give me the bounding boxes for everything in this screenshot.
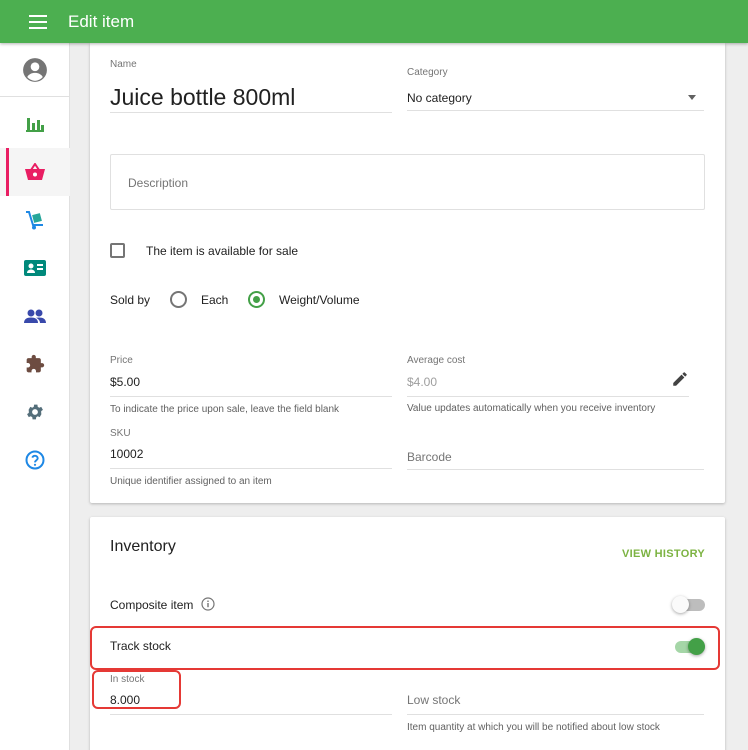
name-label: Name (110, 59, 137, 70)
id-card-icon (24, 260, 46, 276)
track-stock-switch-thumb (688, 638, 705, 655)
inventory-title: Inventory (110, 538, 176, 555)
in-stock-underline (110, 714, 392, 715)
price-input[interactable]: $5.00 (110, 375, 140, 389)
sidebar-divider (0, 96, 70, 97)
sidebar-item-integrations[interactable] (0, 340, 70, 388)
bar-chart-icon (26, 118, 44, 132)
category-select[interactable]: No category (407, 91, 472, 105)
app-bar: Edit item (0, 0, 748, 43)
low-stock-underline (407, 714, 704, 715)
info-icon[interactable] (201, 597, 215, 611)
sidebar-item-help[interactable] (0, 436, 70, 484)
low-stock-input[interactable]: Low stock (407, 693, 460, 707)
composite-item-switch-thumb (672, 596, 689, 613)
people-icon (24, 309, 46, 323)
barcode-input[interactable]: Barcode (407, 450, 452, 464)
price-underline (110, 396, 392, 397)
available-for-sale-checkbox[interactable] (110, 243, 125, 258)
sidebar-item-customers[interactable] (0, 292, 70, 340)
account-circle-icon (23, 58, 47, 82)
edit-pencil-icon[interactable] (671, 370, 689, 388)
sidebar-item-employees[interactable] (0, 244, 70, 292)
barcode-underline (407, 469, 704, 470)
sku-label: SKU (110, 428, 131, 439)
menu-button[interactable] (22, 6, 54, 38)
average-cost-hint: Value updates automatically when you rec… (407, 403, 656, 414)
average-cost-underline (407, 396, 689, 397)
available-for-sale-label: The item is available for sale (146, 244, 299, 258)
low-stock-hint: Item quantity at which you will be notif… (407, 722, 660, 733)
sidebar-item-items[interactable] (0, 148, 70, 196)
help-icon (25, 450, 45, 470)
composite-item-label: Composite item (110, 598, 194, 612)
price-hint: To indicate the price upon sale, leave t… (110, 404, 340, 415)
sold-by-each-label: Each (201, 293, 229, 307)
page-title: Edit item (68, 11, 135, 31)
basket-icon (25, 163, 45, 180)
track-stock-label: Track stock (110, 639, 171, 653)
average-cost-value: $4.00 (407, 375, 438, 389)
name-underline (110, 112, 392, 113)
sold-by-weight-label: Weight/Volume (279, 293, 360, 307)
menu-icon (29, 14, 47, 29)
sku-underline (110, 468, 392, 469)
average-cost-label: Average cost (407, 355, 466, 366)
category-underline (407, 110, 704, 111)
name-input[interactable]: Juice bottle 800ml (110, 84, 295, 111)
view-history-button[interactable]: VIEW HISTORY (622, 548, 705, 560)
price-label: Price (110, 355, 133, 366)
puzzle-icon (26, 354, 45, 373)
gear-icon (27, 404, 43, 420)
description-field[interactable] (110, 154, 705, 210)
track-stock-highlight (90, 626, 720, 670)
dropdown-arrow-icon[interactable] (688, 95, 696, 100)
sku-input[interactable]: 10002 (110, 447, 143, 461)
sold-by-weight-radio[interactable] (248, 291, 265, 308)
cart-dolly-icon (26, 211, 43, 230)
sku-hint: Unique identifier assigned to an item (110, 476, 272, 487)
sidebar-item-inventory[interactable] (0, 196, 70, 244)
sidebar-item-account[interactable] (0, 46, 70, 94)
sold-by-label: Sold by (110, 293, 151, 307)
in-stock-label: In stock (110, 674, 145, 685)
sold-by-each-radio[interactable] (170, 291, 187, 308)
sidebar-item-settings[interactable] (0, 388, 70, 436)
category-label: Category (407, 67, 448, 78)
in-stock-input[interactable]: 8.000 (110, 693, 140, 707)
description-placeholder: Description (128, 176, 189, 190)
sidebar-item-reports[interactable] (0, 100, 70, 148)
sidebar (0, 43, 70, 750)
